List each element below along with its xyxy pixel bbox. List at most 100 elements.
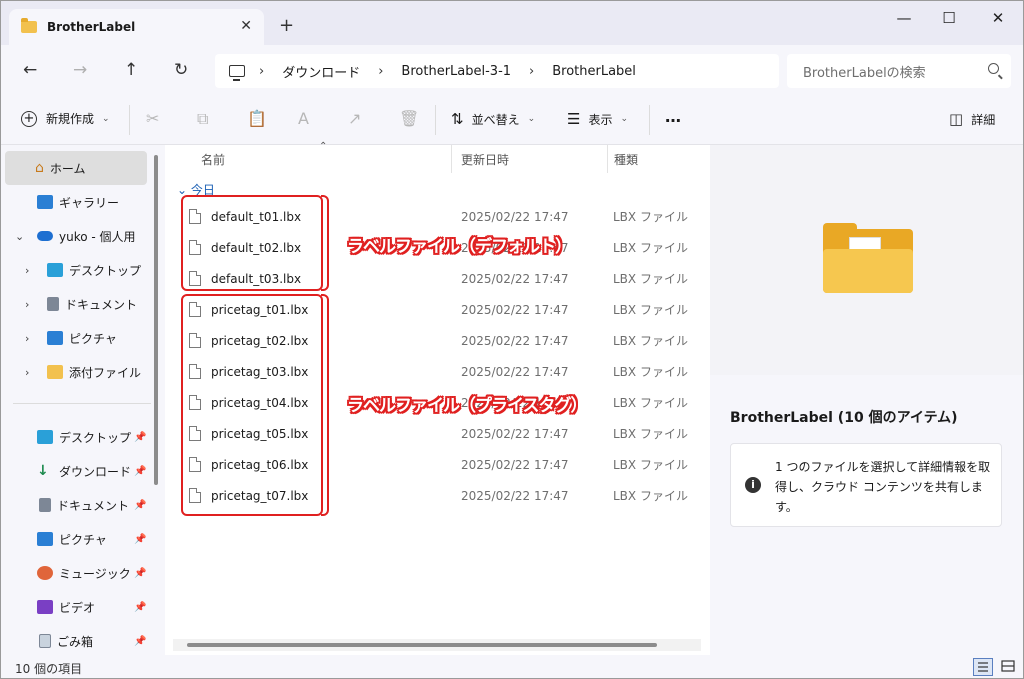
rename-icon[interactable]: A xyxy=(298,109,309,128)
desktop-icon xyxy=(37,430,53,444)
sidebar-item-onedrive-pictures[interactable]: › ピクチャ xyxy=(1,321,151,355)
sidebar-item-onedrive-documents[interactable]: › ドキュメント xyxy=(1,287,151,321)
sidebar-item-documents[interactable]: ドキュメント 📌 xyxy=(1,488,151,522)
chevron-right-icon[interactable]: › xyxy=(25,264,29,277)
sidebar-item-recycle-bin[interactable]: ごみ箱 📌 xyxy=(1,624,151,658)
chevron-down-icon: ⌄ xyxy=(102,113,110,124)
column-header-name[interactable]: 名前 xyxy=(201,151,225,168)
sidebar-item-pictures[interactable]: ピクチャ 📌 xyxy=(1,522,151,556)
info-icon: i xyxy=(745,477,761,493)
file-explorer-window: BrotherLabel ✕ + — ☐ ✕ ← → ↑ ↻ › ダウンロード … xyxy=(0,0,1024,679)
sidebar-item-onedrive-attachments[interactable]: › 添付ファイル xyxy=(1,355,151,389)
sort-icon: ⇅ xyxy=(451,110,464,128)
paste-icon[interactable]: 📋 xyxy=(247,109,267,128)
breadcrumb-separator[interactable]: › xyxy=(259,64,264,79)
breadcrumb-brotherlabel-3-1[interactable]: BrotherLabel-3-1 xyxy=(401,64,511,79)
annotation-label-pricetag: ラベルファイル（プライスタグ） xyxy=(347,396,587,416)
file-date: 2025/02/22 17:47 xyxy=(461,426,569,441)
details-pane-button[interactable]: ◫ 詳細 xyxy=(949,110,995,128)
document-icon xyxy=(47,297,59,311)
sidebar-item-label: ドキュメント xyxy=(65,297,138,312)
sidebar-item-downloads[interactable]: ↓ ダウンロード 📌 xyxy=(1,454,151,488)
column-header-modified[interactable]: 更新日時 xyxy=(461,151,509,168)
column-header-type[interactable]: 種類 xyxy=(614,151,638,168)
file-date: 2025/02/22 17:47 xyxy=(461,271,569,286)
more-options-button[interactable]: … xyxy=(665,107,681,126)
breadcrumb-separator[interactable]: › xyxy=(378,64,383,79)
home-icon: ⌂ xyxy=(35,160,44,176)
chevron-right-icon[interactable]: › xyxy=(25,298,29,311)
sidebar-item-onedrive-desktop[interactable]: › デスクトップ xyxy=(1,253,151,287)
sidebar-item-music[interactable]: ミュージック 📌 xyxy=(1,556,151,590)
recycle-bin-icon xyxy=(39,634,51,648)
pin-icon[interactable]: 📌 xyxy=(134,602,146,613)
chevron-right-icon[interactable]: › xyxy=(25,366,29,379)
annotation-bracket-default xyxy=(321,195,329,291)
details-title: BrotherLabel (10 個のアイテム) xyxy=(730,410,958,426)
sidebar-item-label: ホーム xyxy=(49,161,86,176)
scrollbar-thumb[interactable] xyxy=(187,643,657,647)
refresh-button[interactable]: ↻ xyxy=(174,60,188,80)
onedrive-cloud-icon xyxy=(37,231,53,241)
pin-icon[interactable]: 📌 xyxy=(134,500,146,511)
folder-icon xyxy=(47,365,63,379)
file-type: LBX ファイル xyxy=(613,489,688,503)
search-box[interactable]: BrotherLabelの検索 xyxy=(787,54,1011,88)
search-input[interactable]: BrotherLabelの検索 xyxy=(803,62,926,81)
sort-button[interactable]: ⇅ 並べ替え ⌄ xyxy=(451,110,535,128)
breadcrumb-separator[interactable]: › xyxy=(529,64,534,79)
new-button[interactable]: + 新規作成 ⌄ xyxy=(21,110,110,127)
details-view-button[interactable] xyxy=(973,658,993,676)
sidebar-item-label: 添付ファイル xyxy=(69,365,142,380)
pin-icon[interactable]: 📌 xyxy=(134,636,146,647)
new-tab-button[interactable]: + xyxy=(279,15,294,36)
horizontal-scrollbar[interactable] xyxy=(173,639,701,651)
maximize-button[interactable]: ☐ xyxy=(934,9,964,27)
share-icon[interactable]: ↗ xyxy=(348,109,361,128)
file-date: 2025/02/22 17:47 xyxy=(461,209,569,224)
sidebar-item-gallery[interactable]: ギャラリー xyxy=(1,185,151,219)
tab-brotherlabel[interactable]: BrotherLabel ✕ xyxy=(9,9,264,45)
view-button[interactable]: ☰ 表示 ⌄ xyxy=(567,110,628,128)
up-button[interactable]: ↑ xyxy=(124,60,138,80)
column-divider[interactable] xyxy=(451,145,452,173)
forward-button[interactable]: → xyxy=(73,60,87,80)
back-button[interactable]: ← xyxy=(23,60,37,80)
file-list: 名前 ⌃ 更新日時 種類 ⌄ 今日 default_t01.lbx 2025/0… xyxy=(165,141,710,655)
cut-icon[interactable]: ✂ xyxy=(146,109,159,128)
sidebar-item-label: ミュージック xyxy=(59,566,131,581)
file-type: LBX ファイル xyxy=(613,396,688,410)
download-icon: ↓ xyxy=(37,463,49,479)
item-count: 10 個の項目 xyxy=(15,662,83,676)
folder-icon xyxy=(21,18,37,33)
chevron-right-icon[interactable]: › xyxy=(25,332,29,345)
pin-icon[interactable]: 📌 xyxy=(134,568,146,579)
document-icon xyxy=(39,498,51,512)
pin-icon[interactable]: 📌 xyxy=(134,466,146,477)
tiles-view-button[interactable] xyxy=(999,658,1019,676)
pin-icon[interactable]: 📌 xyxy=(134,432,146,443)
video-icon xyxy=(37,600,53,614)
column-divider[interactable] xyxy=(607,145,608,173)
file-date: 2025/02/22 17:47 xyxy=(461,457,569,472)
breadcrumb-downloads[interactable]: ダウンロード xyxy=(282,62,360,81)
copy-icon[interactable]: ⧉ xyxy=(197,109,208,129)
sidebar-item-onedrive[interactable]: ⌄ yuko - 個人用 xyxy=(1,219,151,253)
chevron-down-icon[interactable]: ⌄ xyxy=(15,230,24,243)
sidebar-item-videos[interactable]: ビデオ 📌 xyxy=(1,590,151,624)
sidebar-item-home[interactable]: ⌂ ホーム xyxy=(5,151,147,185)
file-type: LBX ファイル xyxy=(613,365,688,379)
minimize-button[interactable]: — xyxy=(889,9,919,27)
address-bar[interactable]: › ダウンロード › BrotherLabel-3-1 › BrotherLab… xyxy=(215,54,779,88)
breadcrumb-brotherlabel[interactable]: BrotherLabel xyxy=(552,64,636,79)
sidebar-scrollbar[interactable] xyxy=(154,155,158,485)
close-tab-icon[interactable]: ✕ xyxy=(240,18,252,34)
sidebar-item-desktop[interactable]: デスクトップ 📌 xyxy=(1,420,151,454)
file-type: LBX ファイル xyxy=(613,210,688,224)
sidebar-item-label: ダウンロード xyxy=(59,464,132,479)
this-pc-icon[interactable] xyxy=(229,65,245,81)
delete-icon[interactable]: 🗑 xyxy=(399,109,419,128)
new-label: 新規作成 xyxy=(46,112,95,126)
close-window-button[interactable]: ✕ xyxy=(983,9,1013,27)
pin-icon[interactable]: 📌 xyxy=(134,534,146,545)
